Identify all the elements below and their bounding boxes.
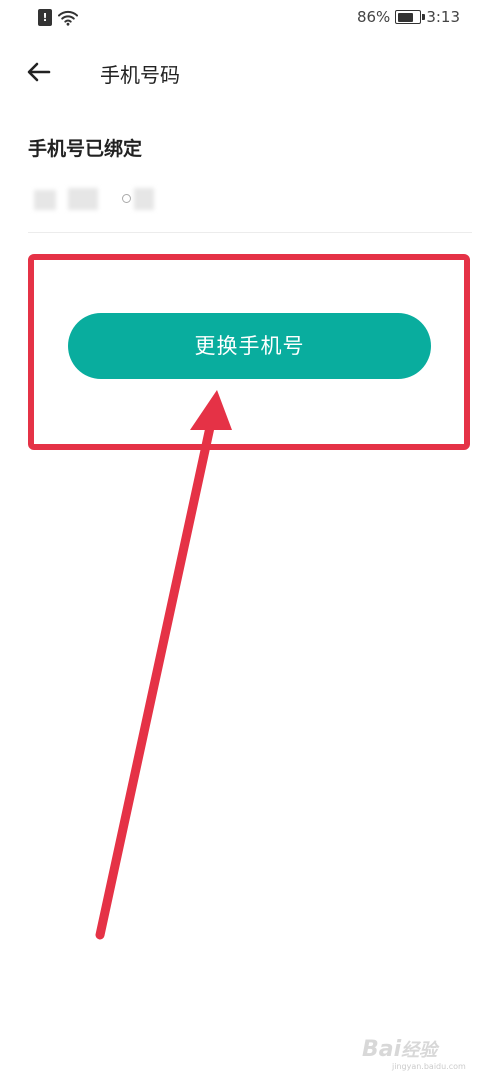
mask-block — [134, 188, 154, 210]
page-title: 手机号码 — [100, 63, 180, 87]
masked-phone-number — [28, 186, 154, 214]
change-phone-button[interactable]: 更换手机号 — [68, 313, 431, 379]
arrow-left-icon[interactable] — [22, 58, 56, 86]
status-right: 86% 3:13 — [357, 8, 460, 26]
battery-percent: 86% — [356, 8, 391, 26]
mask-block — [34, 190, 56, 210]
mask-block — [68, 188, 98, 210]
baidu-jingyan-watermark: Bai经验 jingyan.baidu.com — [362, 1036, 482, 1071]
annotation-arrow — [95, 390, 232, 940]
battery-fill — [397, 12, 414, 22]
app-header: 手机号码 — [0, 48, 500, 98]
battery-tip — [422, 14, 425, 20]
divider — [28, 232, 472, 233]
phone-digit-fragment — [122, 194, 131, 203]
watermark-domain: jingyan.baidu.com — [392, 1062, 466, 1071]
sim-alert-icon: ! — [38, 9, 52, 26]
wifi-icon — [58, 10, 78, 26]
watermark-logo-text: Bai经验 — [362, 1037, 438, 1062]
status-left: ! — [38, 9, 78, 26]
clock: 3:13 — [426, 8, 460, 26]
battery-icon — [395, 10, 425, 24]
bound-status-title: 手机号已绑定 — [28, 138, 143, 160]
status-bar: ! 86% 3:13 — [0, 0, 500, 40]
